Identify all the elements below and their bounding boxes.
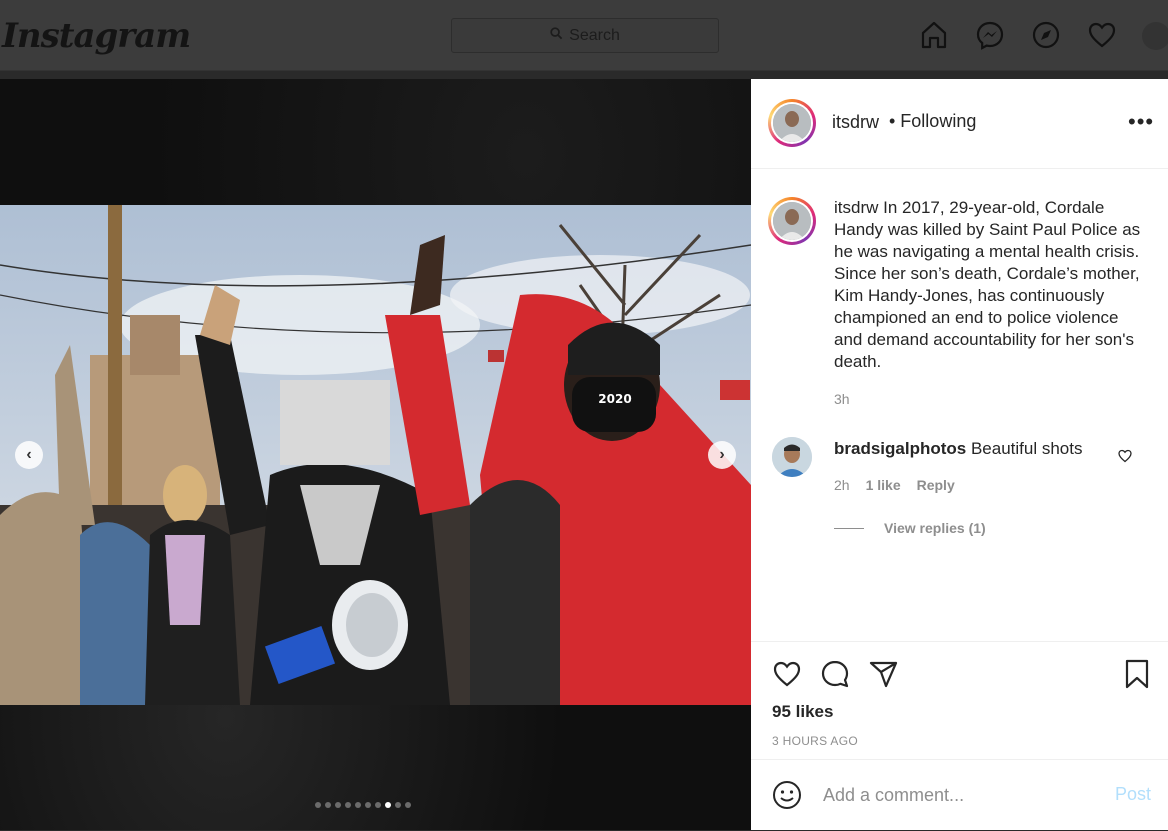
search-placeholder: Search: [569, 26, 620, 44]
emoji-icon[interactable]: [771, 779, 803, 816]
add-comment-bar: Post: [751, 759, 1168, 831]
activity-heart-icon[interactable]: [1086, 19, 1118, 51]
likes-count[interactable]: 95 likes: [772, 702, 833, 722]
comment-like-heart-icon[interactable]: [1117, 448, 1133, 469]
mask-text: 2020: [598, 392, 631, 406]
carousel-dot: [355, 802, 361, 808]
add-comment-input[interactable]: [821, 780, 1105, 810]
view-replies-button[interactable]: View replies (1): [834, 520, 986, 536]
search-icon: [550, 26, 563, 45]
replies-divider: [834, 527, 864, 529]
save-bookmark-icon[interactable]: [1121, 658, 1153, 695]
caption-username[interactable]: itsdrw: [834, 198, 878, 217]
share-send-icon[interactable]: [867, 658, 899, 690]
comment-reply-button[interactable]: Reply: [917, 477, 955, 493]
caption-author-avatar[interactable]: [768, 197, 816, 245]
author-username[interactable]: itsdrw: [832, 112, 879, 133]
messenger-icon[interactable]: [974, 19, 1006, 51]
carousel-next-button[interactable]: ›: [708, 441, 736, 469]
post-details-panel: itsdrw • Following ••• itsdrw In 2017, 2…: [751, 79, 1168, 830]
commenter-avatar[interactable]: [772, 437, 812, 477]
carousel-prev-button[interactable]: ‹: [15, 441, 43, 469]
more-options-icon[interactable]: •••: [1128, 109, 1154, 135]
post-actions: 95 likes 3 HOURS AGO: [751, 641, 1168, 760]
home-icon[interactable]: [918, 19, 950, 51]
top-nav-bar: Instagram Search: [0, 0, 1168, 71]
follow-status[interactable]: • Following: [889, 111, 976, 132]
carousel-dot: [345, 802, 351, 808]
like-heart-icon[interactable]: [771, 658, 803, 690]
carousel-indicator: [315, 802, 411, 808]
carousel-dot: [395, 802, 401, 808]
carousel-dot-active: [385, 802, 391, 808]
author-avatar[interactable]: [768, 99, 816, 147]
carousel-dot: [375, 802, 381, 808]
caption-time[interactable]: 3h: [834, 391, 850, 407]
explore-icon[interactable]: [1030, 19, 1062, 51]
post-caption: itsdrw In 2017, 29-year-old, Cordale Han…: [834, 197, 1144, 373]
carousel-dot: [335, 802, 341, 808]
profile-avatar[interactable]: [1142, 22, 1168, 50]
carousel-dot: [405, 802, 411, 808]
comment-time[interactable]: 2h: [834, 477, 850, 493]
carousel-dot: [315, 802, 321, 808]
post-header: itsdrw • Following •••: [751, 79, 1168, 169]
comment-likes[interactable]: 1 like: [866, 477, 901, 493]
post-media: 2020 ‹ ›: [0, 79, 751, 830]
caption-text: In 2017, 29-year-old, Cordale Handy was …: [834, 198, 1141, 371]
instagram-logo[interactable]: Instagram: [2, 16, 191, 56]
post-photo: 2020: [0, 205, 751, 705]
carousel-dot: [365, 802, 371, 808]
post-comment-button[interactable]: Post: [1115, 784, 1151, 805]
comment-bubble-icon[interactable]: [819, 658, 851, 690]
post-timestamp[interactable]: 3 HOURS AGO: [772, 734, 858, 748]
comment: bradsigalphotos Beautiful shots: [834, 439, 1082, 459]
search-box[interactable]: Search: [451, 18, 719, 53]
view-replies-label: View replies (1): [884, 520, 986, 536]
comment-username[interactable]: bradsigalphotos: [834, 439, 966, 458]
comment-text: Beautiful shots: [970, 439, 1083, 458]
comment-meta: 2h 1 like Reply: [834, 477, 955, 493]
carousel-dot: [325, 802, 331, 808]
